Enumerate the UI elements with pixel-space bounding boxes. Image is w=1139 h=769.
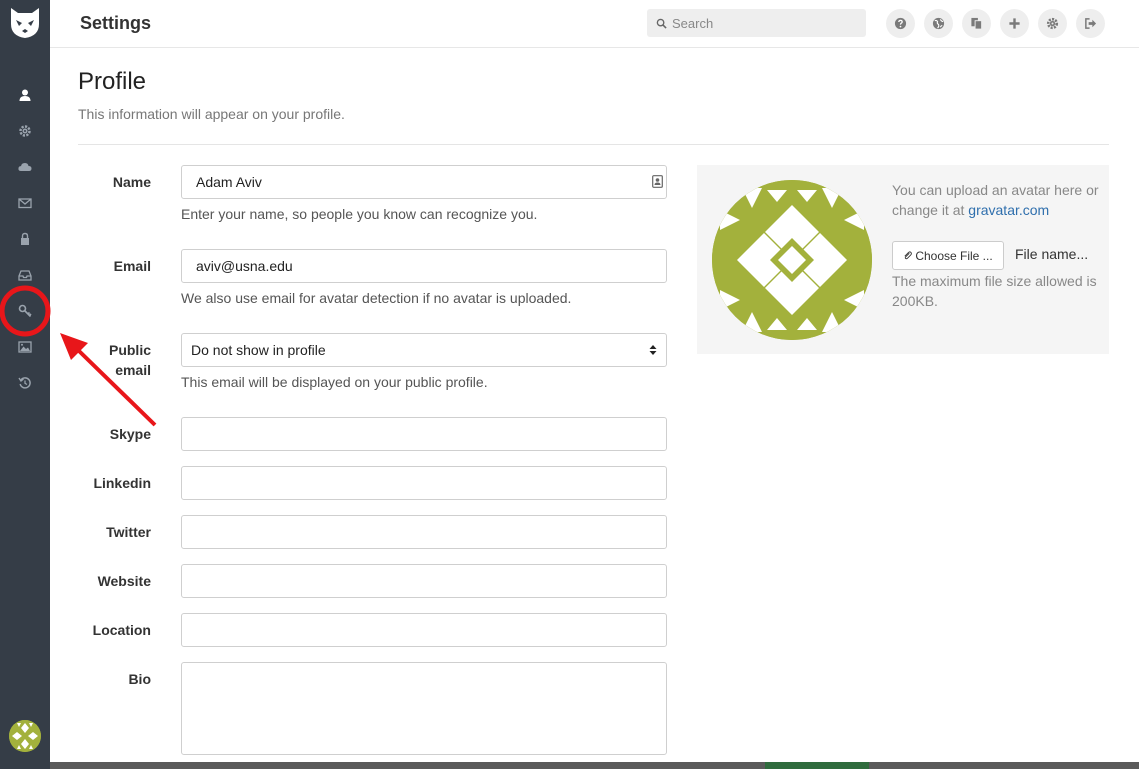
user-avatar[interactable] xyxy=(9,720,41,752)
location-field[interactable] xyxy=(181,613,667,647)
sidebar-item-account[interactable] xyxy=(0,114,50,148)
bio-label: Bio xyxy=(128,671,151,687)
search-box[interactable] xyxy=(647,9,866,37)
sidebar-item-design[interactable] xyxy=(0,330,50,364)
app-title: Settings xyxy=(80,13,152,33)
bottom-edge-highlight xyxy=(765,762,869,769)
choose-file-label: Choose File ... xyxy=(915,248,993,263)
avatar-size-note: The maximum file size allowed is 200KB. xyxy=(892,273,1097,309)
sidebar-item-notifications[interactable] xyxy=(0,258,50,292)
website-label: Website xyxy=(97,573,151,589)
new-project-button[interactable] xyxy=(1000,9,1029,38)
public-email-select[interactable]: Do not show in profile xyxy=(181,333,667,367)
explore-button[interactable] xyxy=(924,9,953,38)
inbox-icon xyxy=(18,270,32,281)
sidebar-item-history[interactable] xyxy=(0,366,50,400)
history-icon xyxy=(18,377,31,389)
location-label: Location xyxy=(92,622,151,638)
paperclip-icon xyxy=(904,251,913,260)
key-icon xyxy=(18,304,32,318)
choose-file-button[interactable]: Choose File ... xyxy=(892,241,1004,270)
public-email-help: This email will be displayed on your pub… xyxy=(181,374,488,390)
page-title: Profile xyxy=(78,68,147,95)
search-input[interactable] xyxy=(672,15,852,31)
snippets-button[interactable] xyxy=(962,9,991,38)
email-label: Email xyxy=(113,258,151,274)
copy-icon xyxy=(971,17,983,30)
plus-icon xyxy=(1009,18,1020,29)
sign-out-button[interactable] xyxy=(1076,9,1105,38)
name-help: Enter your name, so people you know can … xyxy=(181,206,538,222)
top-header: Settings xyxy=(50,0,1139,48)
email-help: We also use email for avatar detection i… xyxy=(181,290,572,306)
lock-icon xyxy=(21,232,29,245)
email-field[interactable] xyxy=(181,249,667,283)
gear-icon xyxy=(19,125,31,137)
search-icon xyxy=(656,18,667,29)
public-email-selected: Do not show in profile xyxy=(191,342,326,358)
name-field[interactable] xyxy=(181,165,667,199)
sidebar-item-profile[interactable] xyxy=(0,78,50,112)
public-email-label: Public email xyxy=(77,340,151,380)
cloud-icon xyxy=(18,163,32,171)
sidebar-item-ssh-keys[interactable] xyxy=(0,294,50,328)
skype-label: Skype xyxy=(109,426,151,442)
image-icon xyxy=(18,341,32,353)
gravatar-link[interactable]: gravatar.com xyxy=(968,202,1049,218)
avatar-panel: You can upload an avatar here or change … xyxy=(697,165,1109,354)
sidebar-item-emails[interactable] xyxy=(0,186,50,220)
sidebar-item-applications[interactable] xyxy=(0,150,50,184)
gear-icon xyxy=(1046,17,1059,30)
page-subtitle: This information will appear on your pro… xyxy=(78,106,345,122)
contact-card-icon xyxy=(652,175,663,188)
settings-button[interactable] xyxy=(1038,9,1067,38)
linkedin-field[interactable] xyxy=(181,466,667,500)
user-icon xyxy=(19,89,31,101)
select-arrows-icon xyxy=(649,345,657,355)
bottom-edge xyxy=(50,762,1139,769)
globe-icon xyxy=(932,17,945,30)
public-email-label-line1: Public xyxy=(108,342,151,358)
envelope-icon xyxy=(18,198,32,209)
public-email-label-line2: email xyxy=(115,362,151,378)
sidebar-item-password[interactable] xyxy=(0,222,50,256)
help-icon xyxy=(894,17,907,30)
twitter-field[interactable] xyxy=(181,515,667,549)
name-label: Name xyxy=(112,174,151,190)
divider xyxy=(78,144,1109,145)
file-name-text: File name... xyxy=(1015,246,1089,262)
sign-out-icon xyxy=(1085,18,1097,29)
twitter-label: Twitter xyxy=(106,524,151,540)
sidebar xyxy=(0,0,50,769)
avatar-image xyxy=(712,180,872,340)
linkedin-label: Linkedin xyxy=(93,475,151,491)
skype-field[interactable] xyxy=(181,417,667,451)
gitlab-logo-icon[interactable] xyxy=(7,4,43,40)
help-button[interactable] xyxy=(886,9,915,38)
website-field[interactable] xyxy=(181,564,667,598)
avatar-instructions: You can upload an avatar here or change … xyxy=(892,180,1102,220)
bio-textarea[interactable] xyxy=(181,662,667,755)
